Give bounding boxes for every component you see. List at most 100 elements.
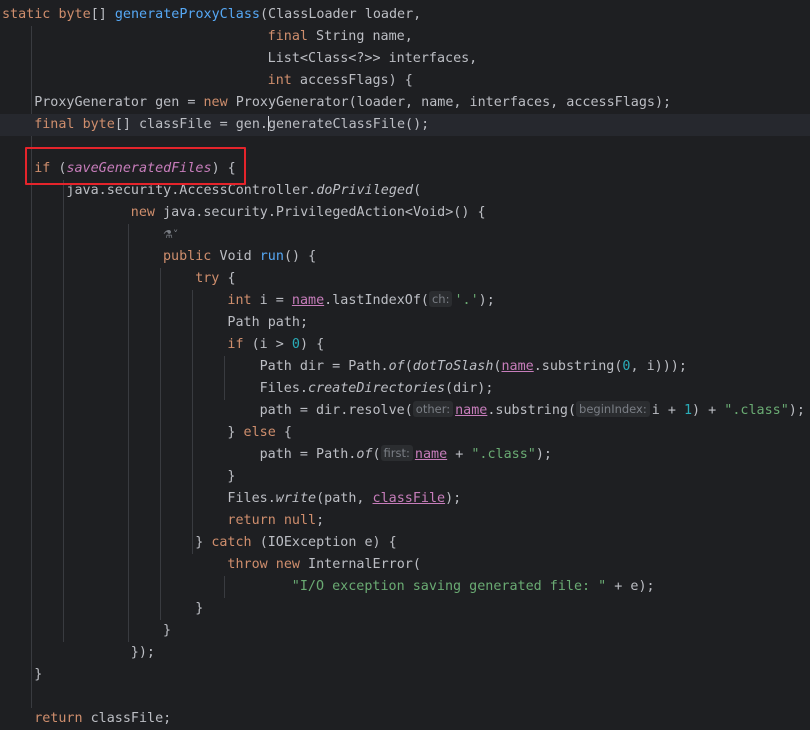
code-token: java.security.PrivilegedAction<Void>() { [163, 205, 486, 220]
code-token: java.security.AccessController. [66, 183, 317, 198]
code-token: [] classFile = gen. [114, 117, 268, 132]
code-token: i + [651, 403, 684, 418]
code-line[interactable]: if (i > 0) { [0, 334, 810, 356]
code-token: ); [478, 293, 495, 308]
code-token: name [501, 359, 534, 374]
code-line[interactable]: return null; [0, 510, 810, 532]
code-line[interactable]: final byte[] classFile = gen.generateCla… [0, 114, 810, 136]
code-token: , i))); [630, 359, 687, 374]
code-token: path = Path. [259, 447, 357, 462]
code-token: Void [219, 249, 260, 264]
code-token: } [195, 601, 204, 616]
code-token: classFile; [90, 711, 172, 726]
code-line[interactable]: Files.createDirectories(dir); [0, 378, 810, 400]
code-line[interactable]: Path dir = Path.of(dotToSlash(name.subst… [0, 356, 810, 378]
code-line[interactable]: } [0, 664, 810, 686]
code-token: byte [58, 7, 91, 22]
highlight-annotation-box [25, 147, 246, 185]
code-token: i = [259, 293, 292, 308]
code-token: path = dir.resolve( [259, 403, 413, 418]
parameter-hint: first: [380, 445, 413, 461]
code-line[interactable]: } [0, 620, 810, 642]
ai-assistant-icon[interactable]: ⚗˅ [163, 228, 178, 241]
code-token: return [227, 513, 284, 528]
code-token: ( [413, 183, 422, 198]
code-token: of [388, 359, 405, 374]
code-token: String name, [316, 29, 413, 44]
code-line[interactable]: new java.security.PrivilegedAction<Void>… [0, 202, 810, 224]
code-line[interactable]: Path path; [0, 312, 810, 334]
code-line[interactable]: public Void run() { [0, 246, 810, 268]
code-line[interactable]: throw new InternalError( [0, 554, 810, 576]
code-line[interactable] [0, 686, 810, 708]
code-line[interactable]: List<Class<?>> interfaces, [0, 48, 810, 70]
code-token: 0 [291, 337, 300, 352]
code-token: try [195, 271, 228, 286]
code-line[interactable]: path = Path.of(first: name + ".class"); [0, 444, 810, 466]
code-line[interactable]: ProxyGenerator gen = new ProxyGenerator(… [0, 92, 810, 114]
code-token: () { [283, 249, 317, 264]
code-token: generateClassFile(); [268, 117, 430, 132]
code-token: .lastIndexOf( [324, 293, 429, 308]
code-token: generateProxyClass [114, 7, 260, 22]
code-token: "I/O exception saving generated file: " [291, 579, 607, 594]
code-token: (dir); [445, 381, 494, 396]
code-line[interactable]: int i = name.lastIndexOf(ch: '.'); [0, 290, 810, 312]
code-token: ); [535, 447, 552, 462]
code-line[interactable]: "I/O exception saving generated file: " … [0, 576, 810, 598]
code-token: accessFlags) { [299, 73, 413, 88]
code-token: ProxyGenerator gen = [34, 95, 204, 110]
code-token: else [243, 425, 284, 440]
code-line[interactable]: }); [0, 642, 810, 664]
code-line[interactable]: } [0, 466, 810, 488]
code-token: static [2, 7, 59, 22]
code-token: name [455, 403, 488, 418]
code-token: InternalError( [308, 557, 421, 572]
code-token: ); [788, 403, 805, 418]
code-token: Path path; [227, 315, 309, 330]
code-token: return [34, 711, 91, 726]
code-token: ProxyGenerator(loader, name, interfaces,… [235, 95, 672, 110]
code-token: Files. [259, 381, 308, 396]
code-token: new [130, 205, 164, 220]
code-line[interactable]: Files.write(path, classFile); [0, 488, 810, 510]
code-token: byte [82, 117, 115, 132]
code-token: classFile [372, 491, 446, 506]
code-token: .substring( [487, 403, 577, 418]
code-line[interactable]: static byte[] generateProxyClass(ClassLo… [0, 4, 810, 26]
code-line[interactable]: int accessFlags) { [0, 70, 810, 92]
code-token: ".class" [471, 447, 536, 462]
code-line[interactable]: final String name, [0, 26, 810, 48]
code-token: } [227, 469, 236, 484]
code-token: }); [130, 645, 155, 660]
code-token: '.' [454, 293, 479, 308]
code-token: (ClassLoader loader, [260, 7, 422, 22]
code-token: final [34, 117, 83, 132]
code-token: + [447, 447, 472, 462]
code-token: (path, [316, 491, 373, 506]
code-token: List<Class<?>> interfaces, [267, 51, 478, 66]
parameter-hint: other: [412, 401, 454, 417]
code-editor[interactable]: static byte[] generateProxyClass(ClassLo… [0, 0, 810, 727]
code-token: write [275, 491, 317, 506]
code-line[interactable]: try { [0, 268, 810, 290]
code-line[interactable]: } catch (IOException e) { [0, 532, 810, 554]
code-token: run [259, 249, 284, 264]
code-token: ) { [299, 337, 325, 352]
code-token: { [283, 425, 292, 440]
code-token: ; [316, 513, 325, 528]
code-line[interactable]: ⚗˅ [0, 224, 810, 246]
code-token: } [195, 535, 212, 550]
code-token: dotToSlash [412, 359, 494, 374]
code-token: } [34, 667, 43, 682]
code-token: final [267, 29, 317, 44]
code-token: int [267, 73, 300, 88]
code-line[interactable]: } [0, 598, 810, 620]
code-token: new [275, 557, 309, 572]
parameter-hint: beginIndex: [576, 401, 650, 417]
code-line[interactable]: } else { [0, 422, 810, 444]
code-token: catch [211, 535, 260, 550]
code-token: new [203, 95, 236, 110]
code-token: ( [372, 447, 381, 462]
code-line[interactable]: path = dir.resolve(other: name.substring(… [0, 400, 810, 422]
